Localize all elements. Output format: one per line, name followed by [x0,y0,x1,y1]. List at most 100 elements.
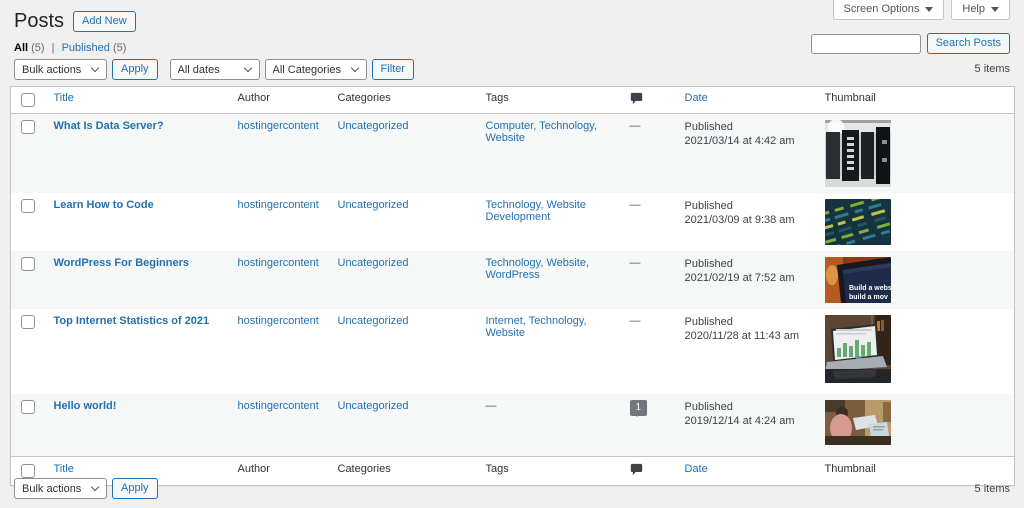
add-new-button[interactable]: Add New [73,11,136,32]
post-tags-empty: — [486,400,497,412]
row-checkbox[interactable] [21,199,35,213]
view-published-count: (5) [113,42,126,54]
column-tags: Tags [476,87,620,114]
chevron-down-icon [991,7,999,12]
column-title-sort[interactable]: Title [54,463,74,475]
categories-filter-select[interactable]: All Categories [265,59,367,80]
search-input[interactable] [811,34,921,54]
items-count: 5 items [975,63,1010,75]
bulk-actions-select-wrap: Bulk actions [14,59,107,80]
post-tags-links[interactable]: Computer, Technology, Website [486,120,598,144]
row-checkbox[interactable] [21,120,35,134]
bottom-toolbar: Bulk actions Apply 5 items [14,478,1010,499]
post-status: Published [685,199,805,213]
bulk-actions-select-wrap: Bulk actions [14,478,107,499]
screen-meta-links: Screen Options Help [833,0,1010,20]
post-author-link[interactable]: hostingercontent [238,120,319,132]
post-row: WordPress For Beginners hostingercontent… [11,251,1015,309]
column-date-sort[interactable]: Date [685,463,708,475]
post-tags-links[interactable]: Technology, Website, WordPress [486,257,590,281]
column-thumbnail: Thumbnail [815,87,1015,114]
posts-table: Title Author Categories Tags Date Thumbn… [10,86,1015,486]
post-tags-links[interactable]: Technology, Website Development [486,199,586,223]
laptop-website-builder-photo: Build a webs build a mov [825,257,891,303]
post-row: Top Internet Statistics of 2021 hostinge… [11,309,1015,394]
help-label: Help [962,3,985,15]
comment-count-empty: — [630,315,641,327]
code-screen-photo [825,199,891,245]
post-title-link[interactable]: WordPress For Beginners [54,257,190,269]
post-title-link[interactable]: What Is Data Server? [54,120,164,132]
person-working-photo [825,400,891,445]
server-racks-photo [825,120,891,187]
thumbnail-text: Build a webs [849,285,891,292]
post-date: 2021/02/19 at 7:52 am [685,271,805,285]
post-date: 2021/03/09 at 9:38 am [685,213,805,227]
select-all-checkbox[interactable] [21,93,35,107]
post-category-link[interactable]: Uncategorized [338,199,409,211]
filter-button[interactable]: Filter [372,59,414,80]
post-row: What Is Data Server? hostingercontent Un… [11,114,1015,194]
row-checkbox[interactable] [21,400,35,414]
comment-count-empty: — [630,199,641,211]
post-status: Published [685,257,805,271]
bulk-actions-select-bottom[interactable]: Bulk actions [14,478,107,499]
post-author-link[interactable]: hostingercontent [238,400,319,412]
dates-select-wrap: All dates [170,59,260,80]
post-row: Hello world! hostingercontent Uncategori… [11,394,1015,456]
comment-count-empty: — [630,120,641,132]
post-status: Published [685,400,805,414]
view-all-link[interactable]: All [14,42,28,54]
screen-options-button[interactable]: Screen Options [833,0,945,20]
screen-options-label: Screen Options [844,3,920,15]
view-separator: | [52,42,55,54]
apply-button-bottom[interactable]: Apply [112,478,158,499]
page-header: Posts Add New [14,10,136,32]
post-row: Learn How to Code hostingercontent Uncat… [11,193,1015,251]
row-checkbox[interactable] [21,315,35,329]
post-tags-links[interactable]: Internet, Technology, Website [486,315,587,339]
comment-count-bubble[interactable]: 1 [630,400,648,416]
post-title-link[interactable]: Hello world! [54,400,117,412]
table-header-row: Title Author Categories Tags Date Thumbn… [11,87,1015,114]
post-category-link[interactable]: Uncategorized [338,400,409,412]
column-categories: Categories [328,87,476,114]
apply-button[interactable]: Apply [112,59,158,80]
post-category-link[interactable]: Uncategorized [338,120,409,132]
post-status: Published [685,120,805,134]
top-toolbar: Bulk actions Apply All dates All Categor… [14,59,414,80]
dates-filter-select[interactable]: All dates [170,59,260,80]
thumbnail-text: build a mov [849,294,888,301]
column-title-sort[interactable]: Title [54,92,74,104]
post-author-link[interactable]: hostingercontent [238,257,319,269]
help-button[interactable]: Help [951,0,1010,20]
column-author: Author [228,87,328,114]
post-author-link[interactable]: hostingercontent [238,199,319,211]
post-title-link[interactable]: Learn How to Code [54,199,154,211]
post-date: 2021/03/14 at 4:42 am [685,134,805,148]
posts-admin-page: Screen Options Help Posts Add New Search… [0,0,1024,508]
column-date-sort[interactable]: Date [685,92,708,104]
page-title: Posts [14,10,64,32]
post-category-link[interactable]: Uncategorized [338,315,409,327]
post-views-filter: All (5) | Published (5) [14,42,126,54]
post-author-link[interactable]: hostingercontent [238,315,319,327]
row-checkbox[interactable] [21,257,35,271]
comment-bubble-icon [630,92,643,105]
post-status: Published [685,315,805,329]
view-published-link[interactable]: Published [62,42,110,54]
laptop-analytics-photo [825,315,891,383]
post-date: 2020/11/28 at 11:43 am [685,329,805,343]
comment-bubble-icon [630,463,643,476]
items-count-bottom: 5 items [975,483,1010,495]
post-title-link[interactable]: Top Internet Statistics of 2021 [54,315,210,327]
view-all-count: (5) [31,42,44,54]
comment-count-empty: — [630,257,641,269]
categories-select-wrap: All Categories [265,59,367,80]
chevron-down-icon [925,7,933,12]
bulk-actions-select[interactable]: Bulk actions [14,59,107,80]
search-posts-button[interactable]: Search Posts [927,33,1010,54]
select-all-checkbox[interactable] [21,464,35,478]
post-category-link[interactable]: Uncategorized [338,257,409,269]
search-box: Search Posts [811,33,1010,54]
